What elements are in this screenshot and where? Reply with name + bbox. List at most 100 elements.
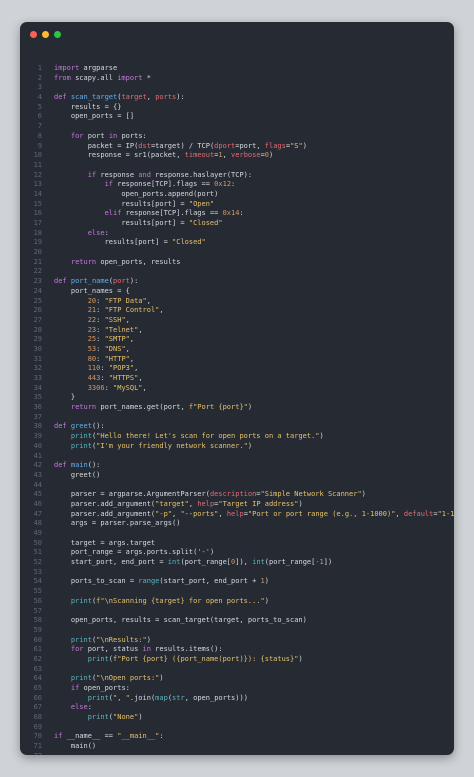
code-token: , — [129, 335, 135, 344]
code-text: print("I'm your friendly network scanner… — [54, 442, 252, 452]
code-token: 22 — [87, 315, 97, 324]
code-text: greet() — [54, 471, 101, 481]
code-line: 34 3306: "MySQL", — [20, 384, 454, 394]
line-number: 63 — [33, 664, 42, 673]
code-text: results[port] = "Open" — [54, 200, 214, 210]
maximize-button[interactable] — [54, 31, 61, 38]
code-text: results = {} — [54, 103, 122, 113]
code-line: 5 results = {} — [20, 103, 454, 113]
code-token: : — [96, 315, 105, 324]
close-button[interactable] — [30, 31, 37, 38]
code-token: results[port] = — [54, 199, 189, 208]
code-line: 59 — [20, 626, 454, 636]
code-token: port_name — [70, 277, 109, 286]
code-text: port_names = { — [54, 287, 130, 297]
code-text: ports_to_scan = range(start_port, end_po… — [54, 577, 269, 587]
code-token: '-' — [197, 548, 210, 557]
code-line: 56 print(f"\nScanning {target} for open … — [20, 597, 454, 607]
code-token: print — [70, 432, 92, 441]
code-token: : — [96, 335, 105, 344]
code-token: "S" — [290, 141, 303, 150]
code-line: 68 print("None") — [20, 713, 454, 723]
code-line: 42 def main(): — [20, 461, 454, 471]
code-line: 24 port_names = { — [20, 287, 454, 297]
code-token: ) — [247, 441, 253, 450]
line-number: 58 — [33, 616, 42, 625]
code-token: , — [159, 306, 164, 315]
code-token: "SSH" — [104, 315, 126, 324]
code-token: 23 — [87, 325, 97, 334]
code-token: timeout — [184, 151, 215, 160]
code-text: parser.add_argument("-p", "--ports", hel… — [54, 510, 454, 520]
code-token: (): — [87, 461, 101, 470]
code-token: str — [172, 693, 185, 702]
code-text: 23: "Telnet", — [54, 326, 143, 336]
code-text: 25: "SMTP", — [54, 335, 134, 345]
code-line: 33 443: "HTTPS", — [20, 374, 454, 384]
code-line: 53 — [20, 568, 454, 578]
code-text: main() — [54, 742, 96, 752]
code-token: , — [222, 151, 232, 160]
code-line: 19 results[port] = "Closed" — [20, 238, 454, 248]
code-token: import — [117, 73, 143, 82]
code-token: 20 — [87, 296, 97, 305]
line-number: 31 — [33, 354, 42, 363]
code-text: open_ports, results = scan_target(target… — [54, 616, 307, 626]
line-number: 19 — [33, 238, 42, 247]
code-line: 62 print(f"Port {port} ({port_name(port)… — [20, 655, 454, 665]
code-text: 443: "HTTPS", — [54, 374, 143, 384]
code-token: "-p" — [155, 509, 173, 518]
code-token: main() — [54, 742, 97, 751]
code-token: and — [138, 170, 151, 179]
code-token: port_names.get(port, — [96, 403, 189, 412]
line-number: 16 — [33, 209, 42, 218]
line-number: 37 — [33, 412, 42, 421]
code-token: -1 — [315, 558, 324, 567]
code-token: def — [54, 93, 67, 102]
code-token: if — [104, 180, 114, 189]
code-token: "MySQL" — [113, 383, 143, 392]
code-text: args = parser.parse_args() — [54, 519, 181, 529]
code-token: import — [54, 64, 80, 72]
code-window: 1 import argparse 2 from scapy.all import *… — [20, 22, 454, 755]
line-number: 33 — [33, 374, 42, 382]
code-line: 16 elif response[TCP].flags == 0x14: — [20, 209, 454, 219]
code-line: 54 ports_to_scan = range(start_port, end… — [20, 577, 454, 587]
code-token: print — [70, 635, 92, 644]
line-number: 38 — [33, 422, 42, 431]
code-token: (port_range[ — [264, 558, 316, 567]
code-token: def — [54, 461, 67, 470]
code-token: : — [159, 732, 164, 741]
line-number: 3 — [37, 83, 42, 92]
line-number: 22 — [33, 267, 42, 276]
code-line: 65 if open_ports: — [20, 684, 454, 694]
code-editor[interactable]: 1 import argparse 2 from scapy.all import *… — [20, 64, 454, 755]
code-line: 38 def greet(): — [20, 422, 454, 432]
minimize-button[interactable] — [42, 31, 49, 38]
code-token: , open_ports))) — [184, 693, 248, 702]
code-token: ]) — [323, 558, 333, 567]
code-token: open_ports = [] — [54, 112, 135, 121]
line-number: 25 — [33, 296, 42, 305]
line-number: 48 — [33, 519, 42, 528]
code-token: ): — [129, 277, 139, 286]
code-text: def port_name(port): — [54, 277, 138, 287]
code-token: dport — [214, 141, 236, 150]
line-number: 42 — [33, 461, 42, 470]
line-number: 72 — [20, 752, 54, 755]
line-number: 32 — [33, 364, 42, 373]
line-number: 44 — [33, 480, 42, 489]
line-number: 8 — [37, 131, 42, 140]
code-token: , — [395, 509, 404, 518]
